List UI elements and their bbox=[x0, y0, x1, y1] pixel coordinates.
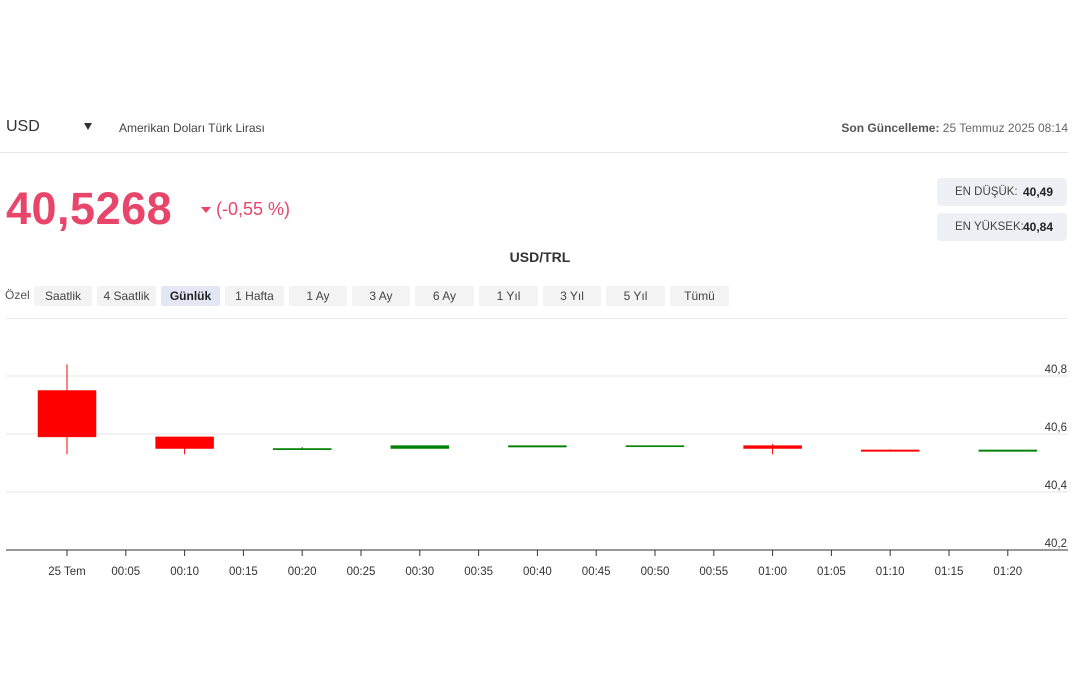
candlestick-chart[interactable]: 40,8 40,6 40,4 40,2 25 Tem 00:05 00:10 00:15 00:… bbox=[0, 320, 1080, 590]
x-tick-label: 00:20 bbox=[288, 566, 317, 578]
candle-body bbox=[37, 390, 97, 438]
last-update: Son Güncelleme: 25 Temmuz 2025 08:14 bbox=[841, 121, 1068, 135]
high-value: 40,84 bbox=[1022, 220, 1053, 234]
range-button-1-yil[interactable]: 1 Yıl bbox=[479, 286, 538, 306]
y-tick-label: 40,8 bbox=[1045, 364, 1067, 376]
candle-body bbox=[155, 436, 214, 449]
x-tick-label: 01:15 bbox=[935, 566, 964, 578]
top-bar: USD Amerikan Doları Türk Lirası Son Günc… bbox=[0, 112, 1068, 153]
x-tick-label: 00:10 bbox=[170, 566, 199, 578]
range-button-tumu[interactable]: Tümü bbox=[670, 286, 729, 306]
high-label: EN YÜKSEK: bbox=[955, 221, 1024, 233]
y-tick-label: 40,4 bbox=[1045, 480, 1068, 492]
custom-range-label[interactable]: Özel bbox=[5, 288, 30, 302]
x-tick-label: 01:00 bbox=[758, 566, 787, 578]
low-box: EN DÜŞÜK: 40,49 bbox=[937, 178, 1067, 206]
y-tick-label: 40,2 bbox=[1045, 538, 1067, 550]
x-tick-label: 00:45 bbox=[582, 566, 611, 578]
x-tick-label: 00:55 bbox=[699, 566, 728, 578]
x-tick-label: 01:05 bbox=[817, 566, 846, 578]
pair-name: Amerikan Doları Türk Lirası bbox=[119, 121, 265, 135]
chart-divider bbox=[6, 318, 1068, 319]
x-tick-label: 00:50 bbox=[641, 566, 670, 578]
caret-down-icon[interactable] bbox=[84, 123, 92, 130]
low-value: 40,49 bbox=[1022, 185, 1053, 199]
x-tick-label: 00:15 bbox=[229, 566, 258, 578]
x-tick-label: 00:25 bbox=[347, 566, 376, 578]
current-price: 40,5268 bbox=[6, 183, 173, 234]
range-button-saatlik[interactable]: Saatlik bbox=[34, 286, 92, 306]
range-button-6-ay[interactable]: 6 Ay bbox=[415, 286, 474, 306]
range-button-1-hafta[interactable]: 1 Hafta bbox=[225, 286, 284, 306]
candle-body bbox=[860, 449, 920, 452]
range-button-3-yil[interactable]: 3 Yıl bbox=[543, 286, 601, 306]
candle-body bbox=[625, 445, 685, 448]
chart-title: USD/TRL bbox=[509, 249, 571, 265]
range-button-gunluk[interactable]: Günlük bbox=[161, 286, 220, 306]
x-tick-label: 00:35 bbox=[464, 566, 493, 578]
candle-body bbox=[743, 445, 802, 449]
range-button-4-saatlik[interactable]: 4 Saatlik bbox=[97, 286, 156, 306]
x-tick-label: 00:40 bbox=[523, 566, 552, 578]
candle-body bbox=[508, 445, 567, 448]
range-button-1-ay[interactable]: 1 Ay bbox=[289, 286, 347, 306]
triangle-down-icon bbox=[201, 207, 211, 213]
range-button-5-yil[interactable]: 5 Yıl bbox=[606, 286, 665, 306]
last-update-value: 25 Temmuz 2025 08:14 bbox=[942, 121, 1068, 135]
x-tick-label: 01:10 bbox=[876, 566, 905, 578]
high-box: EN YÜKSEK: 40,84 bbox=[937, 213, 1067, 241]
currency-select[interactable]: USD bbox=[6, 118, 98, 138]
currency-code: USD bbox=[6, 118, 40, 135]
range-button-3-ay[interactable]: 3 Ay bbox=[352, 286, 410, 306]
x-tick-label: 00:30 bbox=[405, 566, 434, 578]
candle-body bbox=[272, 448, 332, 450]
low-label: EN DÜŞÜK: bbox=[955, 186, 1018, 198]
x-tick-label: 00:05 bbox=[111, 566, 140, 578]
last-update-label: Son Güncelleme: bbox=[841, 121, 940, 135]
x-tick-label: 25 Tem bbox=[48, 566, 86, 578]
candle-body bbox=[978, 449, 1038, 452]
y-tick-label: 40,6 bbox=[1045, 422, 1067, 434]
candle-body bbox=[390, 445, 450, 449]
price-change: (-0,55 %) bbox=[216, 199, 291, 219]
x-tick-label: 01:20 bbox=[993, 566, 1022, 578]
